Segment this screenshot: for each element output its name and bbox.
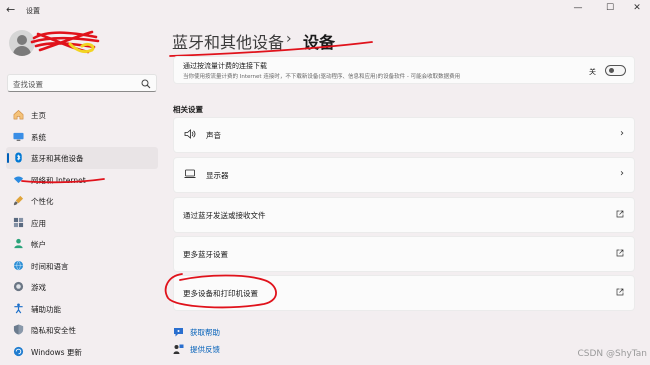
sidebar-item-label: 隐私和安全性 (31, 326, 76, 335)
sidebar-item-label: 系统 (31, 132, 46, 142)
person-icon (14, 238, 23, 249)
metered-description: 当你使用按流量计费的 Internet 连接时，不下载新设备(驱动程序、信息和应… (183, 74, 461, 80)
sidebar-item-windows-update[interactable]: Windows 更新 (6, 341, 158, 363)
toggle-state-label: 关 (589, 68, 596, 76)
sidebar-item-label: 蓝牙和其他设备 (31, 154, 84, 163)
sidebar-item-home[interactable]: 主页 (6, 104, 158, 126)
sidebar-item-bluetooth[interactable]: 蓝牙和其他设备 (6, 147, 158, 169)
related-row-display[interactable]: 显示器 › (173, 157, 635, 193)
row-label: 更多蓝牙设置 (183, 250, 228, 259)
sidebar-item-accessibility[interactable]: 辅助功能 (6, 298, 158, 320)
watermark: CSDN @ShyTan (577, 349, 648, 359)
get-help-link[interactable]: 获取帮助 (173, 326, 243, 338)
search-input[interactable]: 查找设置 (7, 74, 157, 92)
minimize-button[interactable]: — (568, 3, 588, 13)
gamepad-icon (13, 281, 24, 292)
redaction-scribble (30, 30, 100, 54)
row-label: 显示器 (206, 171, 229, 180)
monitor-icon (13, 132, 24, 141)
sidebar-item-label: 辅助功能 (31, 304, 61, 314)
sidebar-item-label: 时间和语言 (31, 261, 69, 271)
metered-title: 通过按流量计费的连接下载 (183, 62, 267, 70)
feedback-icon (173, 344, 184, 354)
update-icon (13, 346, 24, 356)
chevron-right-icon: › (620, 168, 624, 179)
feedback-link[interactable]: 提供反馈 (173, 343, 243, 355)
external-link-icon (616, 288, 624, 296)
row-label: 通过蓝牙发送或接收文件 (183, 211, 266, 220)
metered-download-setting: 通过按流量计费的连接下载 当你使用按流量计费的 Internet 连接时，不下载… (173, 56, 635, 84)
sidebar-item-personalization[interactable]: 个性化 (6, 190, 158, 212)
sidebar: 查找设置 主页 系统 蓝牙和其他设备 网络和 Internet 个性化 应用 帐… (0, 20, 162, 365)
sidebar-item-privacy[interactable]: 隐私和安全性 (6, 319, 158, 341)
help-label: 获取帮助 (190, 328, 220, 337)
metered-toggle[interactable] (605, 65, 626, 76)
shield-icon (13, 324, 24, 335)
related-row-sound[interactable]: 声音 › (173, 117, 635, 153)
search-icon[interactable] (141, 79, 151, 89)
external-link-icon (616, 210, 624, 218)
annotation-underline (21, 178, 105, 184)
sidebar-item-apps[interactable]: 应用 (6, 212, 158, 234)
sidebar-item-label: 主页 (31, 111, 46, 120)
home-icon (13, 110, 24, 120)
active-indicator (7, 153, 9, 163)
related-row-more-bluetooth[interactable]: 更多蓝牙设置 (173, 236, 635, 272)
sidebar-item-accounts[interactable]: 帐户 (6, 233, 158, 255)
row-label: 声音 (206, 131, 221, 140)
sidebar-item-label: 帐户 (31, 240, 46, 249)
help-label: 提供反馈 (190, 345, 220, 354)
app-title: 设置 (26, 7, 40, 15)
external-link-icon (616, 249, 624, 257)
apps-icon (13, 217, 24, 227)
title-bar: ← 设置 — ☐ ✕ (0, 0, 650, 20)
help-icon (174, 328, 183, 337)
sidebar-item-label: Windows 更新 (31, 347, 82, 357)
annotation-circle (164, 273, 277, 309)
display-icon (184, 169, 196, 178)
speaker-icon (184, 129, 196, 139)
related-row-bluetooth-file-transfer[interactable]: 通过蓝牙发送或接收文件 (173, 197, 635, 233)
close-button[interactable]: ✕ (627, 3, 647, 13)
globe-clock-icon (13, 260, 24, 270)
sidebar-item-gaming[interactable]: 游戏 (6, 276, 158, 298)
bluetooth-icon (15, 152, 22, 163)
avatar-head-shape (17, 35, 27, 45)
sidebar-item-label: 游戏 (31, 283, 46, 292)
section-title: 相关设置 (173, 105, 203, 114)
accessibility-icon (14, 302, 23, 313)
back-icon[interactable]: ← (6, 3, 15, 16)
sidebar-item-system[interactable]: 系统 (6, 126, 158, 148)
sidebar-nav: 主页 系统 蓝牙和其他设备 网络和 Internet 个性化 应用 帐户 时间和… (6, 104, 158, 362)
sidebar-item-label: 应用 (31, 218, 46, 228)
toggle-knob (609, 68, 614, 73)
chevron-right-icon: › (620, 128, 624, 139)
brush-icon (13, 195, 24, 206)
search-placeholder: 查找设置 (13, 80, 43, 89)
avatar-body-shape (13, 46, 31, 56)
maximize-button[interactable]: ☐ (600, 3, 620, 13)
sidebar-item-label: 个性化 (31, 197, 54, 206)
sidebar-item-time-language[interactable]: 时间和语言 (6, 255, 158, 277)
